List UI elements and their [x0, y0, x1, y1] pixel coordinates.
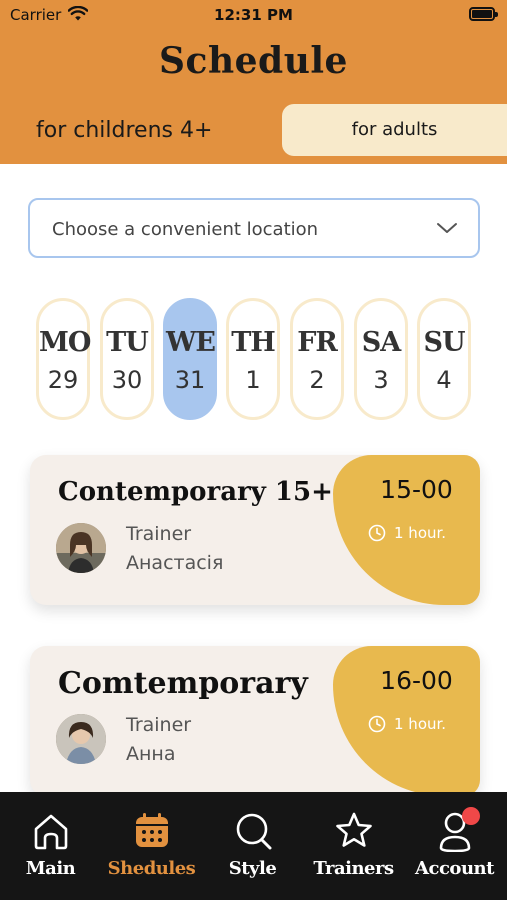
class-card[interactable]: Contemporary 15+ 15-00 1 hour. Trainer А… — [30, 455, 480, 605]
trainer-name: Анастасія — [126, 552, 224, 574]
nav-schedules[interactable]: Shedules — [101, 792, 202, 900]
day-number: 30 — [111, 366, 143, 394]
trainer-label: Trainer — [126, 714, 192, 736]
calendar-icon — [135, 813, 168, 847]
nav-trainers-label: Trainers — [313, 858, 394, 879]
day-sa[interactable]: SA 3 — [354, 298, 408, 420]
day-tu[interactable]: TU 30 — [100, 298, 154, 420]
day-mo[interactable]: MO 29 — [36, 298, 91, 420]
day-fr[interactable]: FR 2 — [290, 298, 344, 420]
tab-childrens[interactable]: for childrens 4+ — [0, 104, 282, 164]
nav-style-label: Style — [228, 858, 277, 879]
day-su[interactable]: SU 4 — [417, 298, 471, 420]
nav-account[interactable]: Account — [404, 792, 505, 900]
notification-badge — [462, 807, 480, 825]
day-abbr: FR — [297, 327, 338, 358]
day-number: 29 — [47, 366, 79, 394]
class-time: 15-00 — [380, 475, 453, 504]
tab-adults[interactable]: for adults — [282, 104, 507, 156]
status-time: 12:31 PM — [214, 6, 293, 24]
location-select[interactable]: Choose a convenient location — [28, 198, 480, 258]
day-abbr: TU — [106, 327, 149, 358]
search-icon — [236, 813, 271, 850]
day-abbr: SU — [423, 327, 465, 358]
header: Carrier 12:31 PM Schedule for childrens … — [0, 0, 507, 164]
day-number: 31 — [174, 366, 206, 394]
nav-account-label: Account — [415, 858, 494, 879]
day-abbr: MO — [39, 327, 91, 358]
class-duration: 1 hour. — [394, 524, 447, 542]
battery-icon — [469, 7, 498, 21]
nav-trainers[interactable]: Trainers — [303, 792, 404, 900]
avatar — [56, 523, 106, 573]
day-abbr: TH — [231, 327, 276, 358]
home-icon — [34, 814, 67, 850]
class-name: Contemporary 15+ — [58, 477, 333, 507]
day-we[interactable]: WE 31 — [163, 298, 217, 420]
day-number: 3 — [373, 366, 389, 394]
status-bar: Carrier 12:31 PM — [0, 0, 507, 30]
trainer-label: Trainer — [126, 523, 192, 545]
day-abbr: WE — [166, 327, 216, 358]
nav-schedules-label: Shedules — [107, 858, 196, 879]
tab-adults-label: for adults — [351, 119, 438, 140]
day-number: 1 — [245, 366, 261, 394]
bottom-nav: Main Shedules Style Trainers Account — [0, 792, 507, 900]
day-number: 4 — [436, 366, 452, 394]
clock-icon — [368, 524, 386, 542]
clock-icon — [368, 715, 386, 733]
star-icon — [335, 812, 372, 847]
day-th[interactable]: TH 1 — [226, 298, 280, 420]
day-number: 2 — [309, 366, 325, 394]
day-abbr: SA — [361, 327, 401, 358]
nav-main-label: Main — [25, 858, 76, 879]
location-placeholder: Choose a convenient location — [52, 219, 319, 240]
class-time: 16-00 — [380, 666, 453, 695]
nav-main[interactable]: Main — [0, 792, 101, 900]
chevron-down-icon — [437, 223, 457, 233]
day-selector: MO 29 TU 30 WE 31 TH 1 FR 2 SA 3 SU 4 — [36, 298, 476, 420]
page-title: Schedule — [159, 40, 348, 82]
avatar — [56, 714, 106, 764]
trainer-name: Анна — [126, 743, 176, 765]
nav-style[interactable]: Style — [202, 792, 303, 900]
tab-childrens-label: for childrens 4+ — [36, 118, 213, 143]
class-name: Comtemporary — [58, 666, 308, 701]
class-card[interactable]: Comtemporary 16-00 1 hour. Trainer Анна — [30, 646, 480, 796]
class-duration: 1 hour. — [394, 715, 447, 733]
